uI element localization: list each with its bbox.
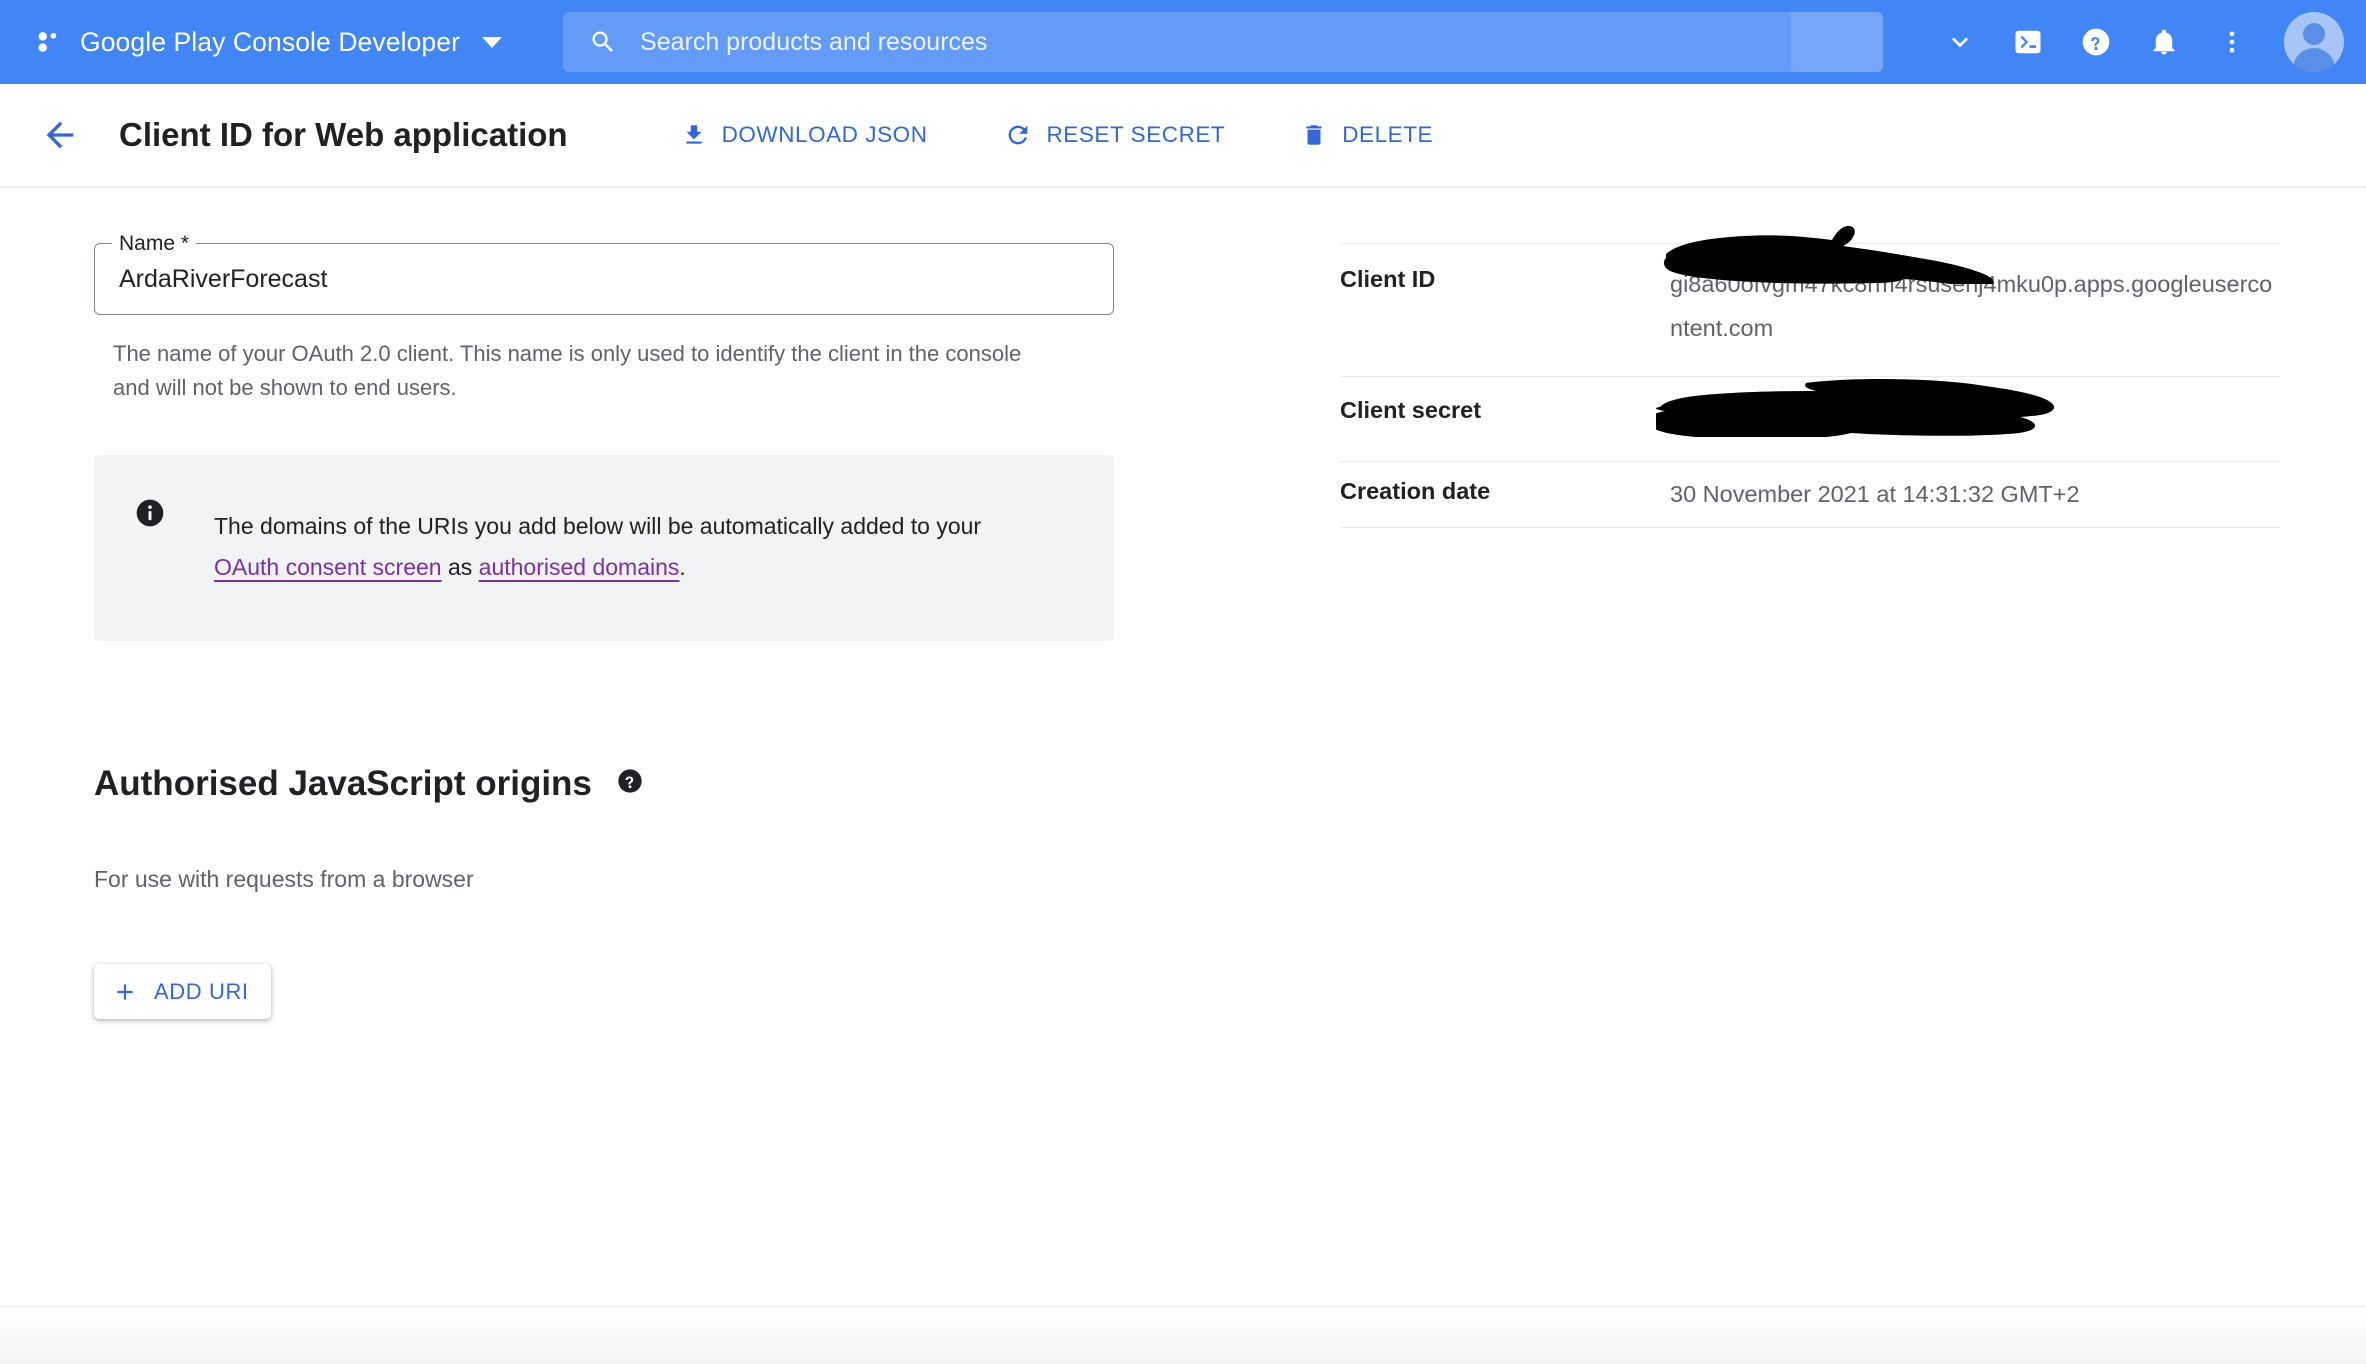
chevron-down-icon: [482, 36, 503, 48]
toolbar-actions: DOWNLOAD JSON RESET SECRET DELETE: [657, 109, 1457, 161]
trash-icon: [1306, 125, 1322, 145]
google-cloud-logo: [38, 32, 57, 52]
reset-secret-button[interactable]: RESET SECRET: [980, 109, 1250, 161]
table-row: Client secret: [1340, 376, 2280, 462]
avatar[interactable]: [2284, 12, 2344, 72]
page-content: Name * The name of your OAuth 2.0 client…: [0, 187, 2366, 1364]
notifications-button[interactable]: [2130, 8, 2198, 76]
credentials-details-panel: Client ID gi8a60ofvgm47kc8rm4rsusenj4mku…: [1330, 226, 2366, 1364]
search-expand-button[interactable]: [1926, 8, 1994, 76]
help-circle-icon: [2082, 28, 2110, 56]
search-input[interactable]: [617, 26, 1874, 58]
more-options-button[interactable]: [2198, 8, 2266, 76]
more-vertical-icon: [2229, 31, 2235, 53]
add-uri-label: ADD URI: [154, 978, 249, 1004]
client-secret-value-cell: [1656, 377, 2280, 462]
info-banner-text: The domains of the URIs you add below wi…: [214, 506, 1044, 588]
client-id-value-cell: gi8a60ofvgm47kc8rm4rsusenj4mku0p.apps.go…: [1663, 226, 2280, 377]
table-row: Creation date 30 November 2021 at 14:31:…: [1340, 461, 2280, 528]
info-icon: [134, 497, 166, 534]
oauth-consent-screen-link[interactable]: OAuth consent screen: [214, 554, 442, 580]
search-icon: [592, 31, 613, 52]
info-banner-text-1: The domains of the URIs you add below wi…: [214, 513, 982, 539]
appbar-actions: [1926, 8, 2344, 76]
plus-icon: [117, 984, 133, 1000]
refresh-icon: [1008, 125, 1027, 145]
avatar-head: [2303, 23, 2325, 45]
creation-date-value: 30 November 2021 at 14:31:32 GMT+2: [1670, 481, 2080, 507]
download-icon: [685, 125, 702, 144]
section-subtitle-javascript-origins: For use with requests from a browser: [94, 866, 474, 893]
top-app-bar: Google Play Console Developer: [0, 0, 2366, 84]
name-field-help: The name of your OAuth 2.0 client. This …: [113, 341, 1022, 400]
brand-title: Google Play Console Developer: [80, 26, 461, 57]
creation-date-label: Creation date: [1340, 478, 1491, 504]
avatar-body: [2293, 48, 2335, 72]
help-button[interactable]: [2062, 8, 2130, 76]
section-title-javascript-origins: Authorised JavaScript origins: [94, 764, 592, 804]
cloud-shell-button[interactable]: [1994, 8, 2062, 76]
page-title: Client ID for Web application: [119, 116, 568, 153]
table-row: Client ID gi8a60ofvgm47kc8rm4rsusenj4mku…: [1340, 226, 2280, 377]
settings-column: Name * The name of your OAuth 2.0 client…: [0, 231, 1330, 1364]
reset-secret-label: RESET SECRET: [1046, 122, 1226, 147]
cloud-shell-terminal-icon: [2015, 30, 2041, 54]
section-header: Authorised JavaScript origins: [94, 737, 1330, 830]
download-json-label: DOWNLOAD JSON: [721, 122, 928, 147]
search-bar[interactable]: [563, 12, 1884, 72]
credentials-table: Client ID gi8a60ofvgm47kc8rm4rsusenj4mku…: [1340, 226, 2280, 528]
page-toolbar: Client ID for Web application DOWNLOAD J…: [0, 84, 2366, 187]
client-secret-label: Client secret: [1340, 397, 1482, 423]
help-circle-icon[interactable]: [616, 767, 644, 800]
add-uri-button-javascript-origins[interactable]: ADD URI: [94, 964, 271, 1020]
download-json-button[interactable]: DOWNLOAD JSON: [657, 110, 952, 160]
info-banner: The domains of the URIs you add below wi…: [94, 455, 1114, 641]
bottom-action-bar: [0, 1306, 2366, 1364]
delete-label: DELETE: [1342, 122, 1434, 147]
arrow-left-icon: [46, 121, 74, 149]
authorised-domains-link[interactable]: authorised domains: [479, 554, 680, 580]
chevron-down-icon: [1952, 37, 1968, 48]
brand-project-selector[interactable]: Google Play Console Developer: [34, 27, 508, 58]
delete-button[interactable]: DELETE: [1277, 110, 1457, 160]
back-button[interactable]: [34, 109, 86, 161]
client-id-value: gi8a60ofvgm47kc8rm4rsusenj4mku0p.apps.go…: [1670, 271, 2273, 341]
client-id-label: Client ID: [1340, 266, 1436, 292]
section-javascript-origins: Authorised JavaScript origins For use wi…: [94, 737, 1330, 1020]
name-input[interactable]: [95, 244, 1113, 314]
info-banner-text-2: as: [441, 554, 479, 580]
info-banner-text-3: .: [679, 554, 686, 580]
bell-icon: [2153, 29, 2175, 55]
name-field[interactable]: Name *: [94, 231, 1114, 315]
redaction-mark-client-secret: [1656, 379, 2055, 437]
